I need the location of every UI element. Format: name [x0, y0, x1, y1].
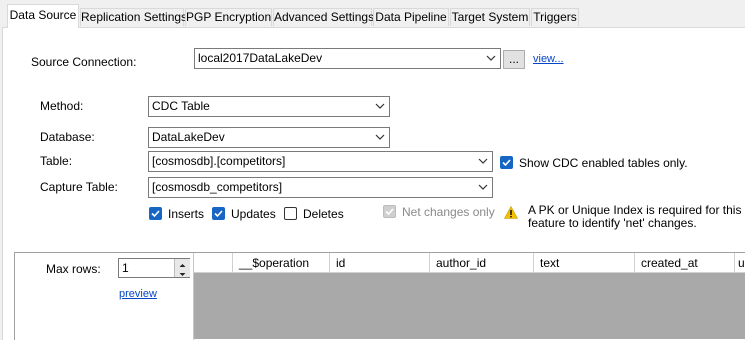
method-select[interactable]: CDC Table [148, 96, 390, 117]
warning-text-line2: feature to identify 'net' changes. [528, 216, 697, 230]
updates-label: Updates [231, 207, 276, 221]
chevron-down-icon [375, 103, 385, 109]
database-label: Database: [40, 130, 95, 144]
capture-table-label: Capture Table: [40, 180, 118, 194]
method-label: Method: [40, 99, 84, 113]
table-label: Table: [40, 154, 73, 168]
column-header[interactable]: u [735, 253, 745, 273]
tab-data-source[interactable]: Data Source [7, 4, 79, 28]
tab-pgp-encryption[interactable]: PGP Encryption [185, 8, 272, 26]
tab-replication-settings[interactable]: Replication Settings [80, 8, 187, 26]
check-icon [151, 210, 160, 218]
source-connection-value: local2017DataLakeDev [198, 51, 323, 65]
updates-checkbox[interactable] [212, 207, 225, 220]
grid-corner-cell [194, 253, 233, 273]
warning-text-line1: A PK or Unique Index is required for thi… [528, 203, 742, 217]
check-icon [385, 208, 394, 216]
source-connection-select[interactable]: local2017DataLakeDev [194, 48, 501, 69]
preview-link[interactable]: preview [119, 288, 157, 300]
table-value: [cosmosdb].[competitors] [152, 154, 286, 168]
deletes-label: Deletes [303, 207, 344, 221]
column-header[interactable]: __$operation [233, 253, 330, 273]
warning-icon [504, 206, 518, 219]
tab-data-pipeline[interactable]: Data Pipeline [373, 8, 449, 26]
browse-button[interactable]: ... [503, 50, 525, 69]
table-select[interactable]: [cosmosdb].[competitors] [148, 151, 493, 172]
chevron-down-icon [478, 158, 488, 164]
method-value: CDC Table [152, 99, 210, 113]
chevron-down-icon [375, 134, 385, 140]
deletes-checkbox[interactable] [284, 207, 297, 220]
max-rows-stepper[interactable]: 1 [118, 258, 190, 278]
capture-table-value: [cosmosdb_competitors] [152, 180, 283, 194]
column-header[interactable]: id [330, 253, 430, 273]
tab-strip: Data Source Replication Settings PGP Enc… [0, 0, 745, 28]
chevron-down-icon [486, 55, 496, 61]
show-cdc-label: Show CDC enabled tables only. [519, 156, 688, 170]
column-header[interactable]: created_at [635, 253, 735, 273]
view-link[interactable]: view... [533, 53, 564, 65]
check-icon [502, 159, 511, 167]
check-icon [214, 210, 223, 218]
source-connection-label: Source Connection: [31, 55, 137, 69]
database-value: DataLakeDev [152, 130, 225, 144]
tab-triggers[interactable]: Triggers [531, 8, 579, 26]
inserts-checkbox[interactable] [149, 207, 162, 220]
show-cdc-checkbox[interactable] [500, 156, 513, 169]
column-header[interactable]: text [534, 253, 635, 273]
inserts-label: Inserts [168, 207, 205, 221]
caret-down-icon [179, 273, 186, 276]
max-rows-value: 1 [122, 261, 129, 275]
tab-target-system[interactable]: Target System [450, 8, 530, 26]
net-changes-label: Net changes only [402, 205, 495, 219]
capture-table-select[interactable]: [cosmosdb_competitors] [148, 177, 493, 198]
stepper-down-button[interactable] [174, 268, 190, 277]
database-select[interactable]: DataLakeDev [148, 127, 390, 148]
max-rows-label: Max rows: [46, 262, 101, 276]
column-header[interactable]: author_id [430, 253, 534, 273]
tab-advanced-settings[interactable]: Advanced Settings [273, 8, 374, 26]
chevron-down-icon [478, 184, 488, 190]
preview-grid: __$operation id author_id text created_a… [194, 253, 745, 339]
net-changes-checkbox[interactable] [383, 205, 396, 218]
